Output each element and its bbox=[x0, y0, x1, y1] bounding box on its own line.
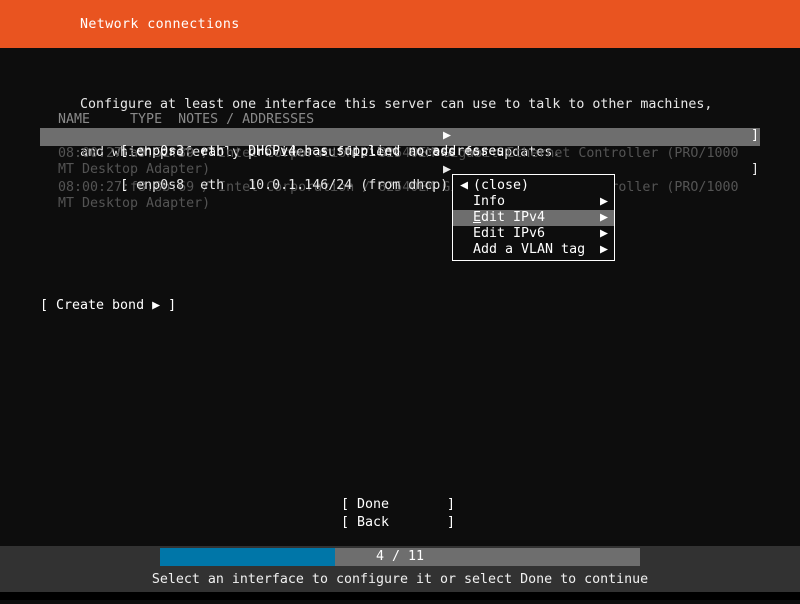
button-bracket-open: [ bbox=[341, 497, 350, 512]
submenu-arrow-icon: ▶ bbox=[599, 242, 608, 257]
done-button[interactable]: [ Done ] bbox=[341, 496, 455, 514]
table-column-headers: NAME TYPE NOTES / ADDRESSES bbox=[58, 112, 315, 127]
menu-item-close[interactable]: ◀ (close) bbox=[453, 178, 614, 194]
progress-bar: 4 / 11 bbox=[160, 548, 640, 566]
menu-item-add-vlan-tag[interactable]: Add a VLAN tag ▶ bbox=[453, 242, 614, 258]
interface-row-enp0s3[interactable]: [ enp0s3 eth DHCPv4 has supplied no addr… bbox=[40, 128, 760, 159]
row-expand-arrow-icon[interactable]: ▶ bbox=[443, 162, 451, 178]
table-row[interactable]: [ enp0s3 eth DHCPv4 has supplied no addr… bbox=[40, 128, 760, 177]
button-bracket-close: ] bbox=[447, 515, 456, 530]
done-button-label: Done bbox=[357, 497, 390, 512]
progress-bar-label: 4 / 11 bbox=[375, 549, 425, 564]
row-bracket-close: ] bbox=[751, 128, 760, 143]
menu-item-label: Add a VLAN tag bbox=[473, 242, 586, 257]
intro-line-1: Configure at least one interface this se… bbox=[80, 97, 713, 112]
interface-summary: enp0s8 eth 10.0.1.146/24 (from dhcp) bbox=[128, 178, 449, 193]
action-buttons: [ Done ] [ Back ] bbox=[341, 496, 455, 532]
menu-item-label: Edit IPv4 bbox=[473, 210, 545, 226]
row-bracket-open: [ bbox=[120, 144, 129, 159]
table-row[interactable]: [ enp0s8 eth 10.0.1.146/24 (from dhcp) ▶… bbox=[40, 162, 760, 211]
main-screen: Configure at least one interface this se… bbox=[0, 48, 800, 546]
menu-item-label-rest: dit IPv4 bbox=[481, 210, 546, 225]
menu-item-edit-ipv6[interactable]: Edit IPv6 ▶ bbox=[453, 226, 614, 242]
interface-table: NAME TYPE NOTES / ADDRESSES [ enp0s3 eth… bbox=[40, 112, 760, 211]
page-title: Network connections bbox=[80, 17, 240, 32]
row-bracket-close: ] bbox=[751, 162, 760, 177]
submenu-arrow-icon: ▶ bbox=[599, 210, 608, 225]
row-bracket-open: [ bbox=[120, 178, 129, 193]
left-arrow-icon: ◀ bbox=[460, 178, 469, 193]
menu-item-label: (close) bbox=[473, 178, 530, 193]
bottom-filler bbox=[0, 592, 800, 600]
button-bracket-close: ] bbox=[447, 497, 456, 512]
interface-context-menu[interactable]: ◀ (close) Info ▶ Edit IPv4 ▶ Edit IPv6 ▶… bbox=[452, 174, 615, 261]
menu-item-mnemonic: E bbox=[473, 210, 482, 225]
submenu-arrow-icon: ▶ bbox=[599, 226, 608, 241]
menu-item-label: Info bbox=[473, 194, 506, 209]
footer-hint-text: Select an interface to configure it or s… bbox=[151, 572, 649, 587]
interface-summary: enp0s3 eth DHCPv4 has supplied no addres… bbox=[128, 144, 505, 159]
back-button-label: Back bbox=[357, 515, 390, 530]
interface-detail-line-2: MT Desktop Adapter) bbox=[58, 196, 211, 211]
interface-row-enp0s8[interactable]: [ enp0s8 eth 10.0.1.146/24 (from dhcp) ▶… bbox=[40, 162, 760, 193]
app-header: Network connections bbox=[0, 0, 800, 48]
footer-bar: 4 / 11 Select an interface to configure … bbox=[0, 546, 800, 592]
submenu-arrow-icon: ▶ bbox=[599, 194, 608, 209]
menu-item-label: Edit IPv6 bbox=[473, 226, 546, 241]
menu-item-info[interactable]: Info ▶ bbox=[453, 194, 614, 210]
row-expand-arrow-icon[interactable]: ▶ bbox=[443, 128, 451, 144]
create-bond-button[interactable]: [ Create bond ▶ ] bbox=[40, 298, 176, 314]
back-button[interactable]: [ Back ] bbox=[341, 514, 455, 532]
menu-item-edit-ipv4[interactable]: Edit IPv4 ▶ bbox=[453, 210, 614, 226]
button-bracket-open: [ bbox=[341, 515, 350, 530]
